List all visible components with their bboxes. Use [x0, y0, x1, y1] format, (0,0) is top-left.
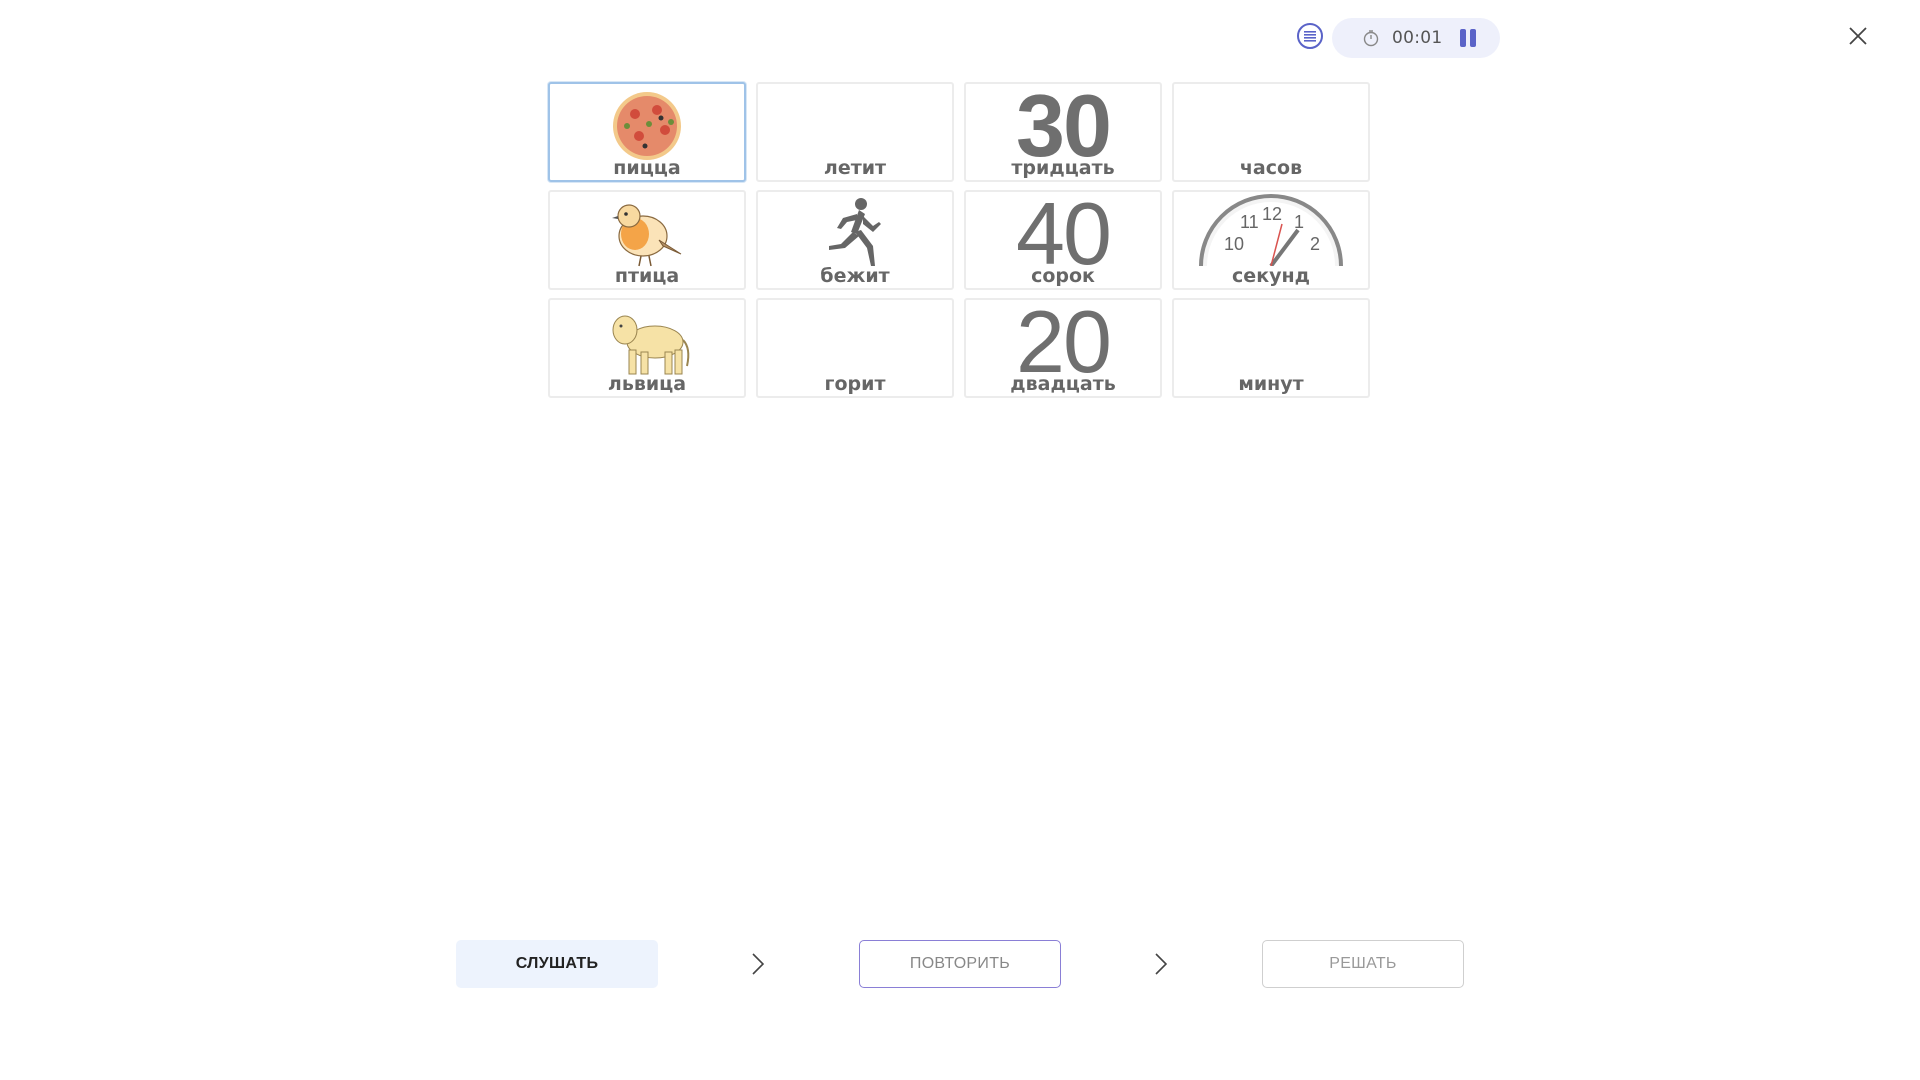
- clock-number: 11: [1240, 212, 1259, 232]
- card-thirty[interactable]: 30 тридцать: [964, 82, 1162, 182]
- timer-value: 00:01: [1392, 28, 1443, 48]
- list-icon: [1304, 31, 1316, 42]
- card-label: минут: [1238, 373, 1304, 395]
- card-minut[interactable]: минут: [1172, 298, 1370, 398]
- card-bird[interactable]: птица: [548, 190, 746, 290]
- card-label: секунд: [1232, 265, 1310, 287]
- card-label: львица: [607, 373, 687, 395]
- card-label: двадцать: [1010, 373, 1116, 395]
- card-label: птица: [614, 265, 680, 287]
- card-label: часов: [1239, 157, 1303, 179]
- card-label: тридцать: [1011, 157, 1115, 179]
- number-image: 40: [1016, 190, 1110, 270]
- clock-number: 1: [1294, 212, 1304, 232]
- card-chasov[interactable]: часов: [1172, 82, 1370, 182]
- word-card-grid: пицца летит 30 тридцать часов птица бежи…: [548, 82, 1370, 398]
- chevron-right-icon: [752, 953, 765, 975]
- lioness-icon: [550, 304, 744, 376]
- listen-button[interactable]: СЛУШАТЬ: [456, 940, 658, 988]
- stopwatch-icon: [1363, 30, 1379, 47]
- solve-button[interactable]: РЕШАТЬ: [1262, 940, 1464, 988]
- timer-panel: 00:01: [1332, 18, 1500, 58]
- repeat-button[interactable]: ПОВТОРИТЬ: [859, 940, 1061, 988]
- card-pizza[interactable]: пицца: [548, 82, 746, 182]
- card-letit[interactable]: летит: [756, 82, 954, 182]
- card-clock[interactable]: 10 11 12 1 2 секунд: [1172, 190, 1370, 290]
- bird-icon: [550, 196, 744, 268]
- clock-number: 12: [1262, 204, 1282, 224]
- close-icon[interactable]: [1846, 24, 1870, 48]
- card-twenty[interactable]: 20 двадцать: [964, 298, 1162, 398]
- number-image: 30: [1016, 82, 1110, 162]
- clock-number: 10: [1224, 234, 1244, 254]
- card-label: пицца: [613, 157, 681, 179]
- card-lioness[interactable]: львица: [548, 298, 746, 398]
- number-image: 20: [1016, 298, 1110, 378]
- chevron-right-icon: [1155, 953, 1168, 975]
- card-label: бежит: [820, 265, 890, 287]
- card-label: горит: [824, 373, 886, 395]
- card-runner[interactable]: бежит: [756, 190, 954, 290]
- clock-icon: 10 11 12 1 2: [1174, 194, 1368, 268]
- card-label: сорок: [1031, 265, 1095, 287]
- card-gorit[interactable]: горит: [756, 298, 954, 398]
- card-forty[interactable]: 40 сорок: [964, 190, 1162, 290]
- runner-icon: [758, 196, 952, 268]
- pause-icon[interactable]: [1460, 29, 1480, 47]
- card-label: летит: [823, 157, 887, 179]
- clock-number: 2: [1310, 234, 1320, 254]
- pizza-icon: [550, 88, 744, 160]
- list-button[interactable]: [1297, 23, 1323, 49]
